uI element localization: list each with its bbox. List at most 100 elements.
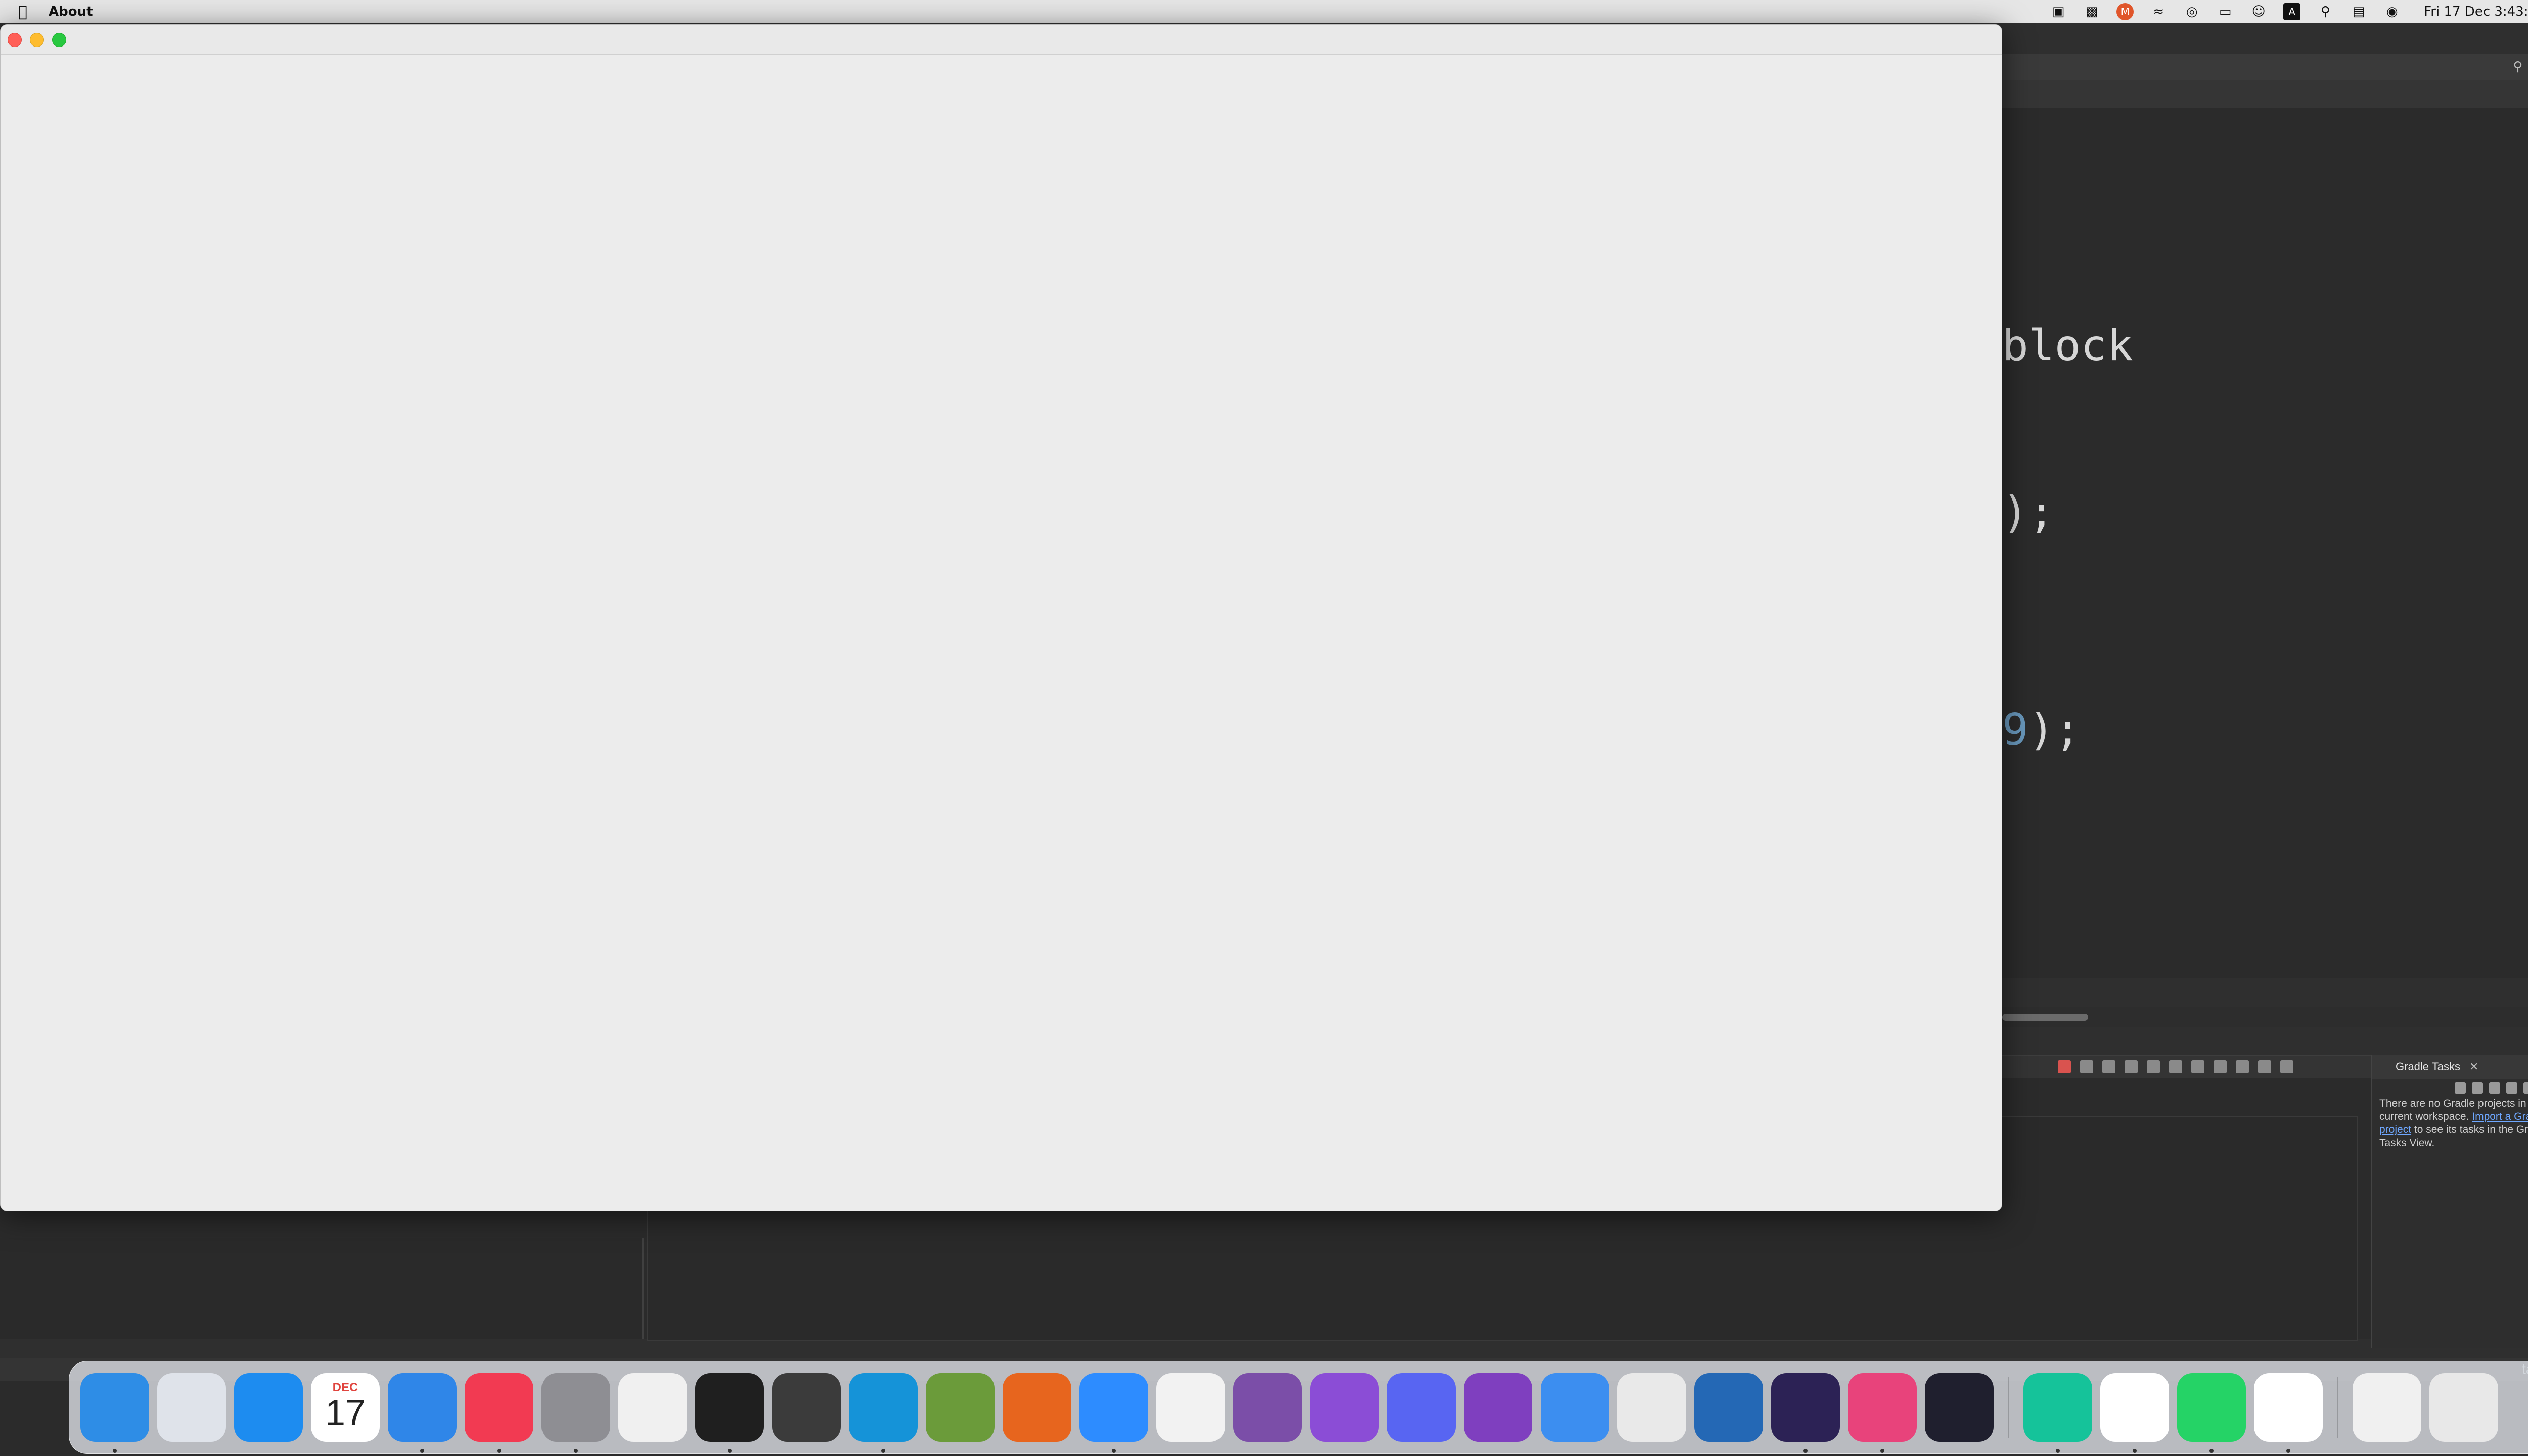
dock-finder-icon[interactable] xyxy=(80,1373,149,1453)
dock-script-editor-icon[interactable] xyxy=(1156,1373,1225,1442)
open-console-icon[interactable] xyxy=(2236,1060,2249,1073)
left-view-pane xyxy=(0,1238,644,1339)
dock-vmware-icon[interactable] xyxy=(1694,1373,1763,1442)
dock-intellij-ce-icon[interactable] xyxy=(1925,1373,1994,1442)
window-title-bar[interactable] xyxy=(1,25,2002,55)
tab-gradle-tasks[interactable]: Gradle Tasks ✕ xyxy=(2390,1057,2484,1076)
about-window xyxy=(0,24,2002,1211)
dock-github-desktop-icon[interactable] xyxy=(1464,1373,1532,1442)
search-icon[interactable]: ⚲ xyxy=(2513,59,2522,74)
clear-console-icon[interactable] xyxy=(2125,1060,2138,1073)
pin-console-icon[interactable] xyxy=(2191,1060,2204,1073)
dock-safari-icon[interactable] xyxy=(388,1373,457,1453)
airdrop-icon[interactable]: ◎ xyxy=(2183,3,2200,20)
running-indicator xyxy=(113,1449,117,1453)
dock-intellij-ultimate-icon[interactable] xyxy=(1848,1373,1917,1453)
calendar-day: 17 xyxy=(325,1393,366,1433)
dock-trash-icon[interactable] xyxy=(2429,1373,2498,1442)
control-center-icon[interactable]: ▤ xyxy=(2350,3,2367,20)
link-icon[interactable] xyxy=(2523,1082,2528,1094)
dock-downloads-stack-icon[interactable] xyxy=(2353,1373,2421,1442)
scrollbar-thumb[interactable] xyxy=(2002,1014,2088,1021)
dock-preview-icon[interactable] xyxy=(1617,1373,1686,1442)
spotlight-icon[interactable]: ⚲ xyxy=(2317,3,2334,20)
dock-whatsapp-icon[interactable] xyxy=(2177,1373,2246,1453)
status-area: ▣ ▩ M ≈ ◎ ▭ ☺ A ⚲ ▤ ◉ Fri 17 Dec 3:43:51… xyxy=(2042,0,2528,23)
running-indicator xyxy=(1803,1449,1808,1453)
dock-eclipse-icon[interactable] xyxy=(1771,1373,1840,1453)
running-indicator xyxy=(2056,1449,2060,1453)
filter-icon[interactable] xyxy=(2489,1082,2500,1094)
minimize-icon[interactable] xyxy=(2258,1060,2271,1073)
minimize-window-button[interactable] xyxy=(30,33,44,47)
dock-quicktime-icon[interactable] xyxy=(772,1373,841,1442)
expand-all-icon[interactable] xyxy=(2472,1082,2483,1094)
dock-terminal-icon[interactable] xyxy=(695,1373,764,1453)
gradle-tasks-view: Gradle Tasks ✕ There are no Gradle projec… xyxy=(2371,1055,2528,1348)
menu-clock[interactable]: Fri 17 Dec 3:43:51 PM xyxy=(2424,4,2528,19)
dock-app-store-icon[interactable] xyxy=(234,1373,303,1442)
running-indicator xyxy=(497,1449,501,1453)
remove-all-icon[interactable] xyxy=(2102,1060,2115,1073)
gradle-toolbar xyxy=(2372,1079,2528,1097)
dock-audacity-icon[interactable] xyxy=(1003,1373,1071,1442)
user-icon[interactable]: ☺ xyxy=(2250,3,2267,20)
word-wrap-icon[interactable] xyxy=(2169,1060,2182,1073)
dock-music-icon[interactable] xyxy=(465,1373,533,1453)
running-indicator xyxy=(881,1449,885,1453)
running-indicator xyxy=(728,1449,732,1453)
siri-icon[interactable]: ◉ xyxy=(2383,3,2401,20)
screen-share-icon[interactable]: ▩ xyxy=(2083,3,2100,20)
running-indicator xyxy=(1112,1449,1116,1453)
gradle-empty-message: There are no Gradle projects in the curr… xyxy=(2372,1097,2528,1150)
menu-bar:  About ▣ ▩ M ≈ ◎ ▭ ☺ A ⚲ ▤ ◉ Fri 17 Dec… xyxy=(0,0,2528,23)
dock-separator xyxy=(2337,1377,2338,1438)
scroll-lock-icon[interactable] xyxy=(2147,1060,2160,1073)
apple-icon[interactable]:  xyxy=(18,3,27,21)
terminate-icon[interactable] xyxy=(2058,1060,2071,1073)
dock-launchpad-icon[interactable] xyxy=(157,1373,226,1442)
remove-launch-icon[interactable] xyxy=(2080,1060,2093,1073)
editor-tab-bar xyxy=(2002,80,2528,108)
refresh-icon[interactable] xyxy=(2506,1082,2517,1094)
running-indicator xyxy=(1880,1449,1884,1453)
traffic-lights xyxy=(8,33,66,47)
collapse-all-icon[interactable] xyxy=(2455,1082,2466,1094)
dock-zoom-icon[interactable] xyxy=(1079,1373,1148,1453)
gradle-tab-bar: Gradle Tasks ✕ xyxy=(2372,1055,2528,1079)
dock-system-preferences-icon[interactable] xyxy=(541,1373,610,1453)
console-toolbar xyxy=(2002,1056,2427,1078)
code-editor[interactable]: block ); 9); xyxy=(2002,108,2528,978)
code-line: ); xyxy=(2002,487,2055,538)
text-input-icon[interactable]: A xyxy=(2283,3,2301,20)
dock-ai-app-icon[interactable] xyxy=(1233,1373,1302,1442)
dock-xcode-icon[interactable] xyxy=(1541,1373,1609,1442)
dock-edge-icon[interactable] xyxy=(849,1373,918,1453)
dock-java-app-icon[interactable] xyxy=(2254,1373,2323,1453)
running-indicator xyxy=(574,1449,578,1453)
dock-photos-icon[interactable] xyxy=(2100,1373,2169,1453)
wifi-icon[interactable]: ≈ xyxy=(2150,3,2167,20)
code-line: block xyxy=(2002,321,2133,371)
dock: DEC 17 xyxy=(69,1361,2528,1454)
maximize-icon[interactable] xyxy=(2280,1060,2293,1073)
running-indicator xyxy=(2286,1449,2290,1453)
vpn-icon[interactable]: M xyxy=(2116,3,2134,20)
dock-minecraft-icon[interactable] xyxy=(926,1373,995,1442)
running-indicator xyxy=(2133,1449,2137,1453)
dock-calendar-icon[interactable]: DEC 17 xyxy=(311,1373,380,1442)
app-name-menu[interactable]: About xyxy=(49,4,93,19)
box-icon[interactable]: ▣ xyxy=(2050,3,2067,20)
running-indicator xyxy=(2209,1449,2214,1453)
display-console-icon[interactable] xyxy=(2214,1060,2227,1073)
dock-discord-icon[interactable] xyxy=(1387,1373,1456,1442)
code-line: 9); xyxy=(2002,705,2081,755)
zoom-window-button[interactable] xyxy=(52,33,66,47)
dock-grammarly-icon[interactable] xyxy=(2023,1373,2092,1453)
editor-horizontal-scrollbar[interactable] xyxy=(2002,1007,2528,1027)
dock-feedback-icon[interactable] xyxy=(1310,1373,1379,1442)
display-icon[interactable]: ▭ xyxy=(2217,3,2234,20)
close-window-button[interactable] xyxy=(8,33,22,47)
close-icon[interactable]: ✕ xyxy=(2469,1060,2478,1073)
dock-blender-icon[interactable] xyxy=(618,1373,687,1442)
